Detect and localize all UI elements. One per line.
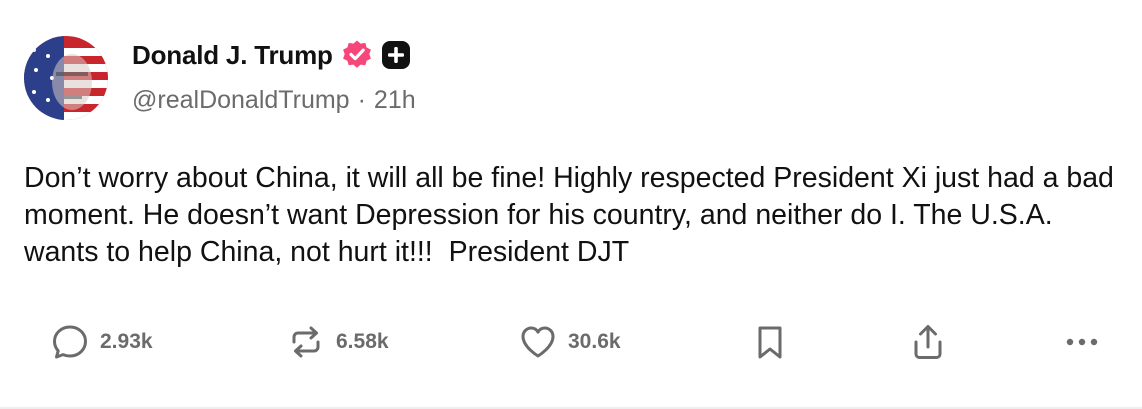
bookmark-icon [750, 322, 790, 362]
bookmark-button[interactable] [750, 322, 790, 362]
more-button[interactable] [1062, 322, 1102, 362]
reply-count: 2.93k [100, 330, 153, 353]
more-icon [1062, 322, 1102, 362]
post-text: Don’t worry about China, it will all be … [24, 162, 1122, 268]
like-button[interactable]: 30.6k [518, 322, 621, 362]
action-bar: 2.93k 6.58k 30.6k [50, 322, 1120, 362]
author-name[interactable]: Donald J. Trump [132, 40, 333, 71]
avatar[interactable] [24, 36, 108, 120]
share-button[interactable] [908, 322, 948, 362]
plus-badge-icon [381, 40, 411, 70]
reply-button[interactable]: 2.93k [50, 322, 153, 362]
meta-separator: · [357, 86, 366, 114]
repost-button[interactable]: 6.58k [286, 322, 389, 362]
like-count: 30.6k [568, 330, 621, 353]
handle-row: @realDonaldTrump · 21h [132, 86, 416, 115]
reply-icon [50, 322, 90, 362]
repost-icon [286, 322, 326, 362]
post-time[interactable]: 21h [374, 86, 416, 115]
verified-badge-icon [341, 39, 373, 71]
repost-count: 6.58k [336, 330, 389, 353]
like-icon [518, 322, 558, 362]
share-icon [908, 322, 948, 362]
author-handle[interactable]: @realDonaldTrump [132, 86, 350, 115]
author-row: Donald J. Trump [132, 38, 411, 72]
